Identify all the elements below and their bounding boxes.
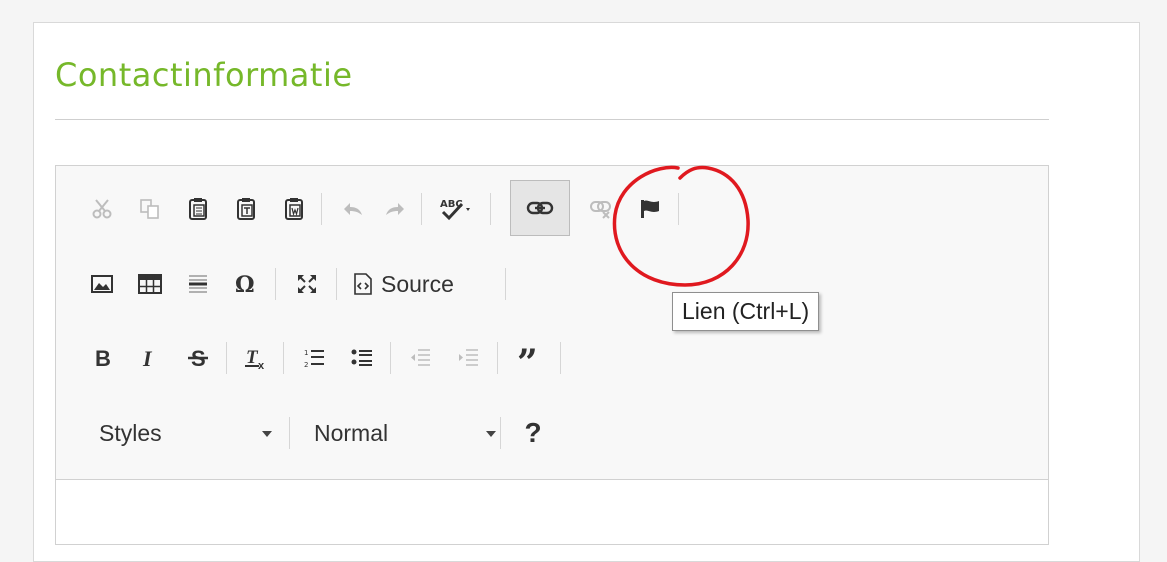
paste-text-button[interactable] <box>229 188 263 230</box>
blockquote-button[interactable]: ” <box>511 337 551 379</box>
toolbar-separator <box>275 268 276 300</box>
toolbar-separator <box>226 342 227 374</box>
section-title: Contactinformatie <box>55 56 353 94</box>
bold-button[interactable]: B <box>85 337 119 379</box>
divider <box>55 119 1049 120</box>
maximize-icon <box>296 273 318 295</box>
italic-button[interactable]: I <box>133 337 167 379</box>
cut-button[interactable] <box>85 188 119 230</box>
styles-dropdown[interactable]: Styles <box>86 412 278 454</box>
help-icon: ? <box>524 417 542 448</box>
svg-text:1: 1 <box>304 349 308 357</box>
toolbar-row-formatting: B I S Tx 12 ” <box>56 337 1048 379</box>
spellcheck-button[interactable]: ABC <box>435 188 481 230</box>
toolbar-separator <box>560 342 561 374</box>
image-icon <box>91 275 113 293</box>
spellcheck-icon: ABC <box>438 195 478 223</box>
outdent-button[interactable] <box>403 337 437 379</box>
toolbar-separator <box>505 268 506 300</box>
undo-button[interactable] <box>336 188 370 230</box>
toolbar-separator <box>500 417 501 449</box>
numbered-list-icon: 12 <box>303 347 325 369</box>
toolbar-row-styles: Styles Normal ? <box>56 412 1048 454</box>
scissors-icon <box>91 198 113 220</box>
chevron-down-icon <box>486 431 496 437</box>
remove-format-button[interactable]: Tx <box>239 337 273 379</box>
indent-icon <box>457 347 479 369</box>
toolbar-separator <box>421 193 422 225</box>
paste-word-icon <box>283 197 305 221</box>
maximize-button[interactable] <box>290 263 324 305</box>
help-button[interactable]: ? <box>513 412 553 454</box>
image-button[interactable] <box>85 263 119 305</box>
table-button[interactable] <box>133 263 167 305</box>
format-dropdown-label: Normal <box>314 419 389 446</box>
svg-text:”: ” <box>517 347 538 369</box>
omega-icon: Ω <box>234 273 258 295</box>
horizontal-rule-icon <box>187 273 209 295</box>
paste-word-button[interactable] <box>277 188 311 230</box>
rich-text-editor: ABC Ω Source B I S T x 1 2 ” Styles Norm… <box>55 165 1049 545</box>
strikethrough-button[interactable]: S <box>181 337 215 379</box>
source-button[interactable]: Source <box>347 263 487 305</box>
toolbar-separator <box>283 342 284 374</box>
numbered-list-button[interactable]: 12 <box>297 337 331 379</box>
indent-button[interactable] <box>451 337 485 379</box>
toolbar-row-clipboard: ABC <box>56 180 1048 236</box>
toolbar-separator <box>490 193 491 225</box>
svg-text:B: B <box>95 346 111 370</box>
horizontal-rule-button[interactable] <box>181 263 215 305</box>
copy-icon <box>139 198 161 220</box>
bold-icon: B <box>91 346 113 370</box>
toolbar-separator <box>336 268 337 300</box>
source-icon <box>353 273 373 295</box>
paste-button[interactable] <box>181 188 215 230</box>
strikethrough-icon: S <box>187 346 209 370</box>
toolbar-separator <box>390 342 391 374</box>
paste-text-icon <box>235 197 257 221</box>
svg-text:I: I <box>142 346 153 370</box>
format-dropdown[interactable]: Normal <box>302 412 502 454</box>
toolbar-separator <box>289 417 290 449</box>
undo-icon <box>342 200 364 218</box>
toolbar-separator <box>497 342 498 374</box>
remove-format-icon: Tx <box>244 346 268 370</box>
editor-toolbar: ABC Ω Source B I S T x 1 2 ” Styles Norm… <box>56 166 1048 480</box>
svg-text:2: 2 <box>304 361 308 369</box>
clipboard-icon <box>187 197 209 221</box>
link-button[interactable] <box>510 180 570 236</box>
copy-button[interactable] <box>133 188 167 230</box>
table-icon <box>138 274 162 294</box>
italic-icon: I <box>139 346 161 370</box>
blockquote-icon: ” <box>516 347 546 369</box>
link-icon <box>526 200 554 216</box>
bulleted-list-icon <box>351 347 373 369</box>
svg-text:Ω: Ω <box>235 273 255 295</box>
outdent-icon <box>409 347 431 369</box>
special-char-button[interactable]: Ω <box>229 263 263 305</box>
svg-text:x: x <box>258 360 265 370</box>
bulleted-list-button[interactable] <box>345 337 379 379</box>
styles-dropdown-label: Styles <box>99 419 162 446</box>
source-button-label: Source <box>381 270 454 297</box>
chevron-down-icon <box>262 431 272 437</box>
redo-button[interactable] <box>378 188 412 230</box>
redo-icon <box>384 200 406 218</box>
red-circle-annotation <box>612 165 750 287</box>
toolbar-row-insert: Ω Source <box>56 263 1048 305</box>
toolbar-separator <box>321 193 322 225</box>
